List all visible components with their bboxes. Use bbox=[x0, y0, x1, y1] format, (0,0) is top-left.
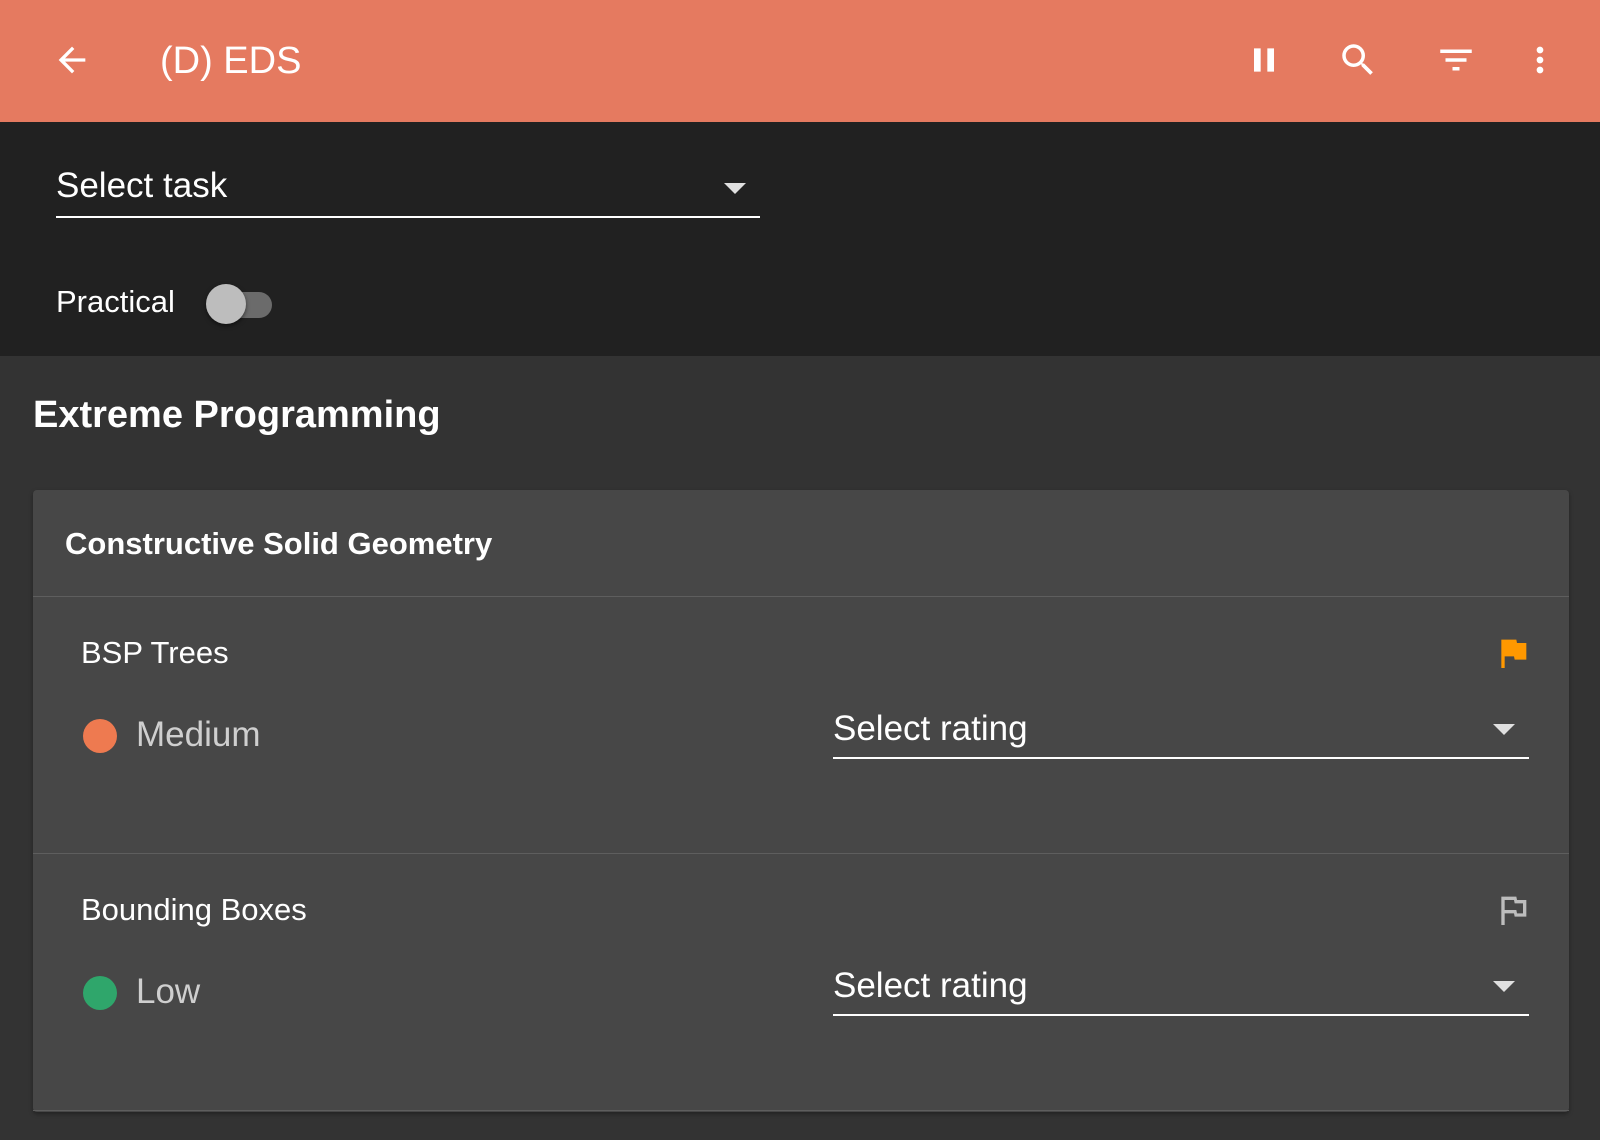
toggle-thumb bbox=[206, 284, 246, 324]
level-label: Medium bbox=[136, 715, 261, 754]
competency-card: Constructive Solid Geometry BSP Trees Me… bbox=[33, 490, 1569, 1112]
dropdown-arrow-icon bbox=[1493, 981, 1515, 992]
arrow-back-icon bbox=[58, 46, 86, 74]
rating-select[interactable]: Select rating bbox=[833, 948, 1529, 1016]
dropdown-arrow-icon bbox=[1493, 724, 1515, 735]
flag-outline-icon bbox=[1501, 896, 1527, 925]
rating-select-value: Select rating bbox=[833, 966, 1028, 1005]
level-indicator-dot bbox=[83, 976, 117, 1010]
rating-select[interactable]: Select rating bbox=[833, 691, 1529, 759]
filter-icon bbox=[1440, 49, 1472, 71]
card-title: Constructive Solid Geometry bbox=[65, 526, 493, 561]
section-title: Extreme Programming bbox=[33, 394, 441, 436]
filter-button[interactable] bbox=[1420, 24, 1492, 96]
back-button[interactable] bbox=[36, 24, 108, 96]
page-title: (D) EDS bbox=[160, 40, 302, 82]
pause-button[interactable] bbox=[1228, 24, 1300, 96]
rating-select-value: Select rating bbox=[833, 709, 1028, 748]
flag-filled-icon bbox=[1501, 639, 1527, 668]
more-options-button[interactable] bbox=[1504, 24, 1576, 96]
level-label: Low bbox=[136, 972, 201, 1011]
item-name: BSP Trees bbox=[81, 635, 229, 670]
item-name: Bounding Boxes bbox=[81, 892, 307, 927]
search-icon bbox=[1342, 44, 1373, 75]
flag-button[interactable] bbox=[1493, 633, 1533, 673]
practical-toggle[interactable] bbox=[206, 284, 272, 324]
practical-label: Practical bbox=[56, 284, 175, 319]
search-button[interactable] bbox=[1322, 24, 1394, 96]
list-item: Bounding Boxes Low Select rating bbox=[33, 854, 1569, 1111]
level-indicator-dot bbox=[83, 719, 117, 753]
app-bar: (D) EDS bbox=[0, 0, 1600, 122]
more-vert-icon bbox=[1536, 46, 1544, 74]
pause-icon bbox=[1254, 48, 1274, 72]
task-select[interactable]: Select task bbox=[56, 158, 760, 218]
dropdown-arrow-icon bbox=[724, 183, 746, 194]
filter-bar: Select task Practical bbox=[0, 122, 1600, 356]
list-item: BSP Trees Medium Select rating bbox=[33, 597, 1569, 854]
flag-button[interactable] bbox=[1493, 890, 1533, 930]
task-select-value: Select task bbox=[56, 166, 228, 205]
card-header: Constructive Solid Geometry bbox=[33, 490, 1569, 597]
